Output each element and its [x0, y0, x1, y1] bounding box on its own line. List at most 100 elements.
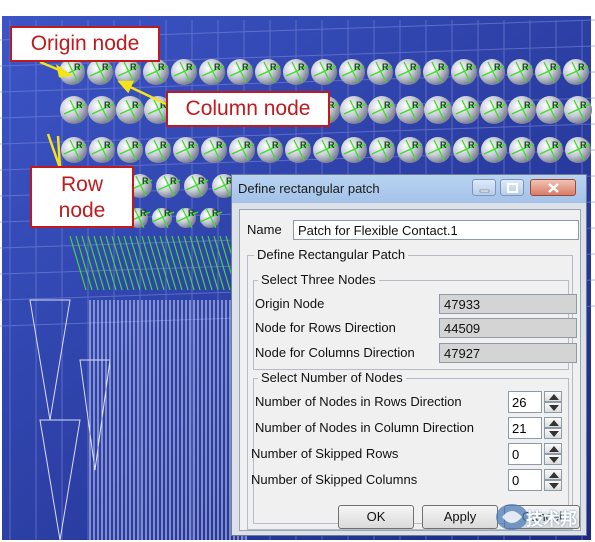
- minimize-button[interactable]: [472, 179, 496, 196]
- node-marker: R: [356, 140, 363, 150]
- node-marker: R: [130, 62, 137, 72]
- dialog-content: Name Patch for Flexible Contact.1 Define…: [239, 209, 581, 531]
- nodes-columns-spinner[interactable]: 21: [508, 417, 564, 439]
- node-marker: R: [214, 62, 221, 72]
- chevron-down-icon: [549, 457, 559, 463]
- node-marker: R: [468, 100, 475, 110]
- skipped-columns-increment[interactable]: [544, 469, 562, 480]
- node-marker: R: [354, 62, 361, 72]
- node-marker: R: [384, 140, 391, 150]
- nodes-rows-spinner[interactable]: 26: [508, 391, 564, 413]
- ok-button[interactable]: OK: [338, 505, 414, 529]
- node-marker: R: [580, 140, 587, 150]
- node-marker: R: [212, 208, 219, 218]
- rows-direction-label: Node for Rows Direction: [255, 320, 396, 335]
- select-number-of-nodes-legend: Select Number of Nodes: [258, 370, 406, 385]
- node-marker: R: [132, 100, 139, 110]
- skipped-rows-spinner[interactable]: 0: [508, 443, 564, 465]
- node-marker: R: [494, 62, 501, 72]
- origin-node-label: Origin Node: [255, 296, 325, 311]
- define-rectangular-patch-legend: Define Rectangular Patch: [254, 247, 409, 262]
- node-marker: R: [550, 62, 557, 72]
- node-marker: R: [170, 176, 177, 186]
- chevron-down-icon: [549, 431, 559, 437]
- define-rectangular-patch-dialog: Define rectangular patch Name Patch for …: [231, 174, 587, 536]
- node-marker: R: [132, 140, 139, 150]
- skipped-rows-decrement[interactable]: [544, 454, 562, 465]
- minimize-icon: [479, 189, 490, 193]
- select-three-nodes-legend: Select Three Nodes: [258, 272, 379, 287]
- nodes-columns-decrement[interactable]: [544, 428, 562, 439]
- node-marker: R: [440, 100, 447, 110]
- node-marker: R: [410, 62, 417, 72]
- node-marker: R: [328, 140, 335, 150]
- skipped-columns-decrement[interactable]: [544, 480, 562, 491]
- node-marker: R: [270, 62, 277, 72]
- node-marker: R: [384, 100, 391, 110]
- skipped-columns-value[interactable]: 0: [508, 469, 542, 491]
- columns-direction-label: Node for Columns Direction: [255, 345, 415, 360]
- node-marker: R: [216, 140, 223, 150]
- skipped-columns-spinner[interactable]: 0: [508, 469, 564, 491]
- node-marker: R: [104, 100, 111, 110]
- column-node-callout: Column node: [166, 91, 330, 127]
- dialog-titlebar[interactable]: Define rectangular patch: [232, 175, 586, 203]
- nodes-rows-label: Number of Nodes in Rows Direction: [255, 394, 462, 409]
- node-marker: R: [440, 140, 447, 150]
- node-marker: R: [438, 62, 445, 72]
- apply-button[interactable]: Apply: [422, 505, 498, 529]
- node-marker: R: [382, 62, 389, 72]
- skipped-rows-increment[interactable]: [544, 443, 562, 454]
- node-marker: R: [158, 62, 165, 72]
- nodes-rows-value[interactable]: 26: [508, 391, 542, 413]
- name-field[interactable]: Patch for Flexible Contact.1: [293, 220, 579, 240]
- nodes-rows-increment[interactable]: [544, 391, 562, 402]
- dialog-title: Define rectangular patch: [238, 181, 380, 196]
- node-marker: R: [522, 62, 529, 72]
- origin-node-field[interactable]: 47933: [439, 294, 577, 314]
- node-marker: R: [468, 140, 475, 150]
- node-marker: R: [104, 140, 111, 150]
- nodes-columns-increment[interactable]: [544, 417, 562, 428]
- chevron-down-icon: [549, 483, 559, 489]
- skipped-rows-label: Number of Skipped Rows: [251, 446, 399, 461]
- node-marker: R: [74, 62, 81, 72]
- row-node-callout: Row node: [30, 166, 134, 228]
- node-marker: R: [580, 100, 587, 110]
- node-marker: R: [298, 62, 305, 72]
- close-button[interactable]: [530, 179, 576, 196]
- maximize-icon: [507, 183, 518, 193]
- chevron-up-icon: [549, 446, 559, 452]
- node-marker: R: [102, 62, 109, 72]
- rows-direction-field[interactable]: 44509: [439, 318, 577, 338]
- node-marker: R: [412, 140, 419, 150]
- chevron-up-icon: [549, 420, 559, 426]
- node-marker: R: [76, 140, 83, 150]
- nodes-columns-value[interactable]: 21: [508, 417, 542, 439]
- origin-node-callout-text: Origin node: [30, 32, 140, 55]
- node-marker: R: [496, 100, 503, 110]
- nodes-columns-label: Number of Nodes in Column Direction: [255, 420, 474, 435]
- node-marker: R: [186, 62, 193, 72]
- node-marker: R: [496, 140, 503, 150]
- node-marker: R: [466, 62, 473, 72]
- name-label: Name: [247, 222, 282, 237]
- node-marker: R: [356, 100, 363, 110]
- chevron-up-icon: [549, 394, 559, 400]
- columns-direction-field[interactable]: 47927: [439, 343, 577, 363]
- nodes-rows-decrement[interactable]: [544, 402, 562, 413]
- close-icon: [548, 183, 559, 193]
- node-marker: R: [244, 140, 251, 150]
- node-marker: R: [140, 208, 147, 218]
- node-marker: R: [198, 176, 205, 186]
- node-marker: R: [552, 140, 559, 150]
- node-marker: R: [242, 62, 249, 72]
- node-marker: R: [326, 62, 333, 72]
- origin-node-callout: Origin node: [10, 26, 160, 62]
- node-marker: R: [188, 140, 195, 150]
- maximize-button[interactable]: [500, 179, 524, 196]
- skipped-rows-value[interactable]: 0: [508, 443, 542, 465]
- skipped-columns-label: Number of Skipped Columns: [251, 472, 418, 487]
- node-marker: R: [76, 100, 83, 110]
- node-marker: R: [164, 208, 171, 218]
